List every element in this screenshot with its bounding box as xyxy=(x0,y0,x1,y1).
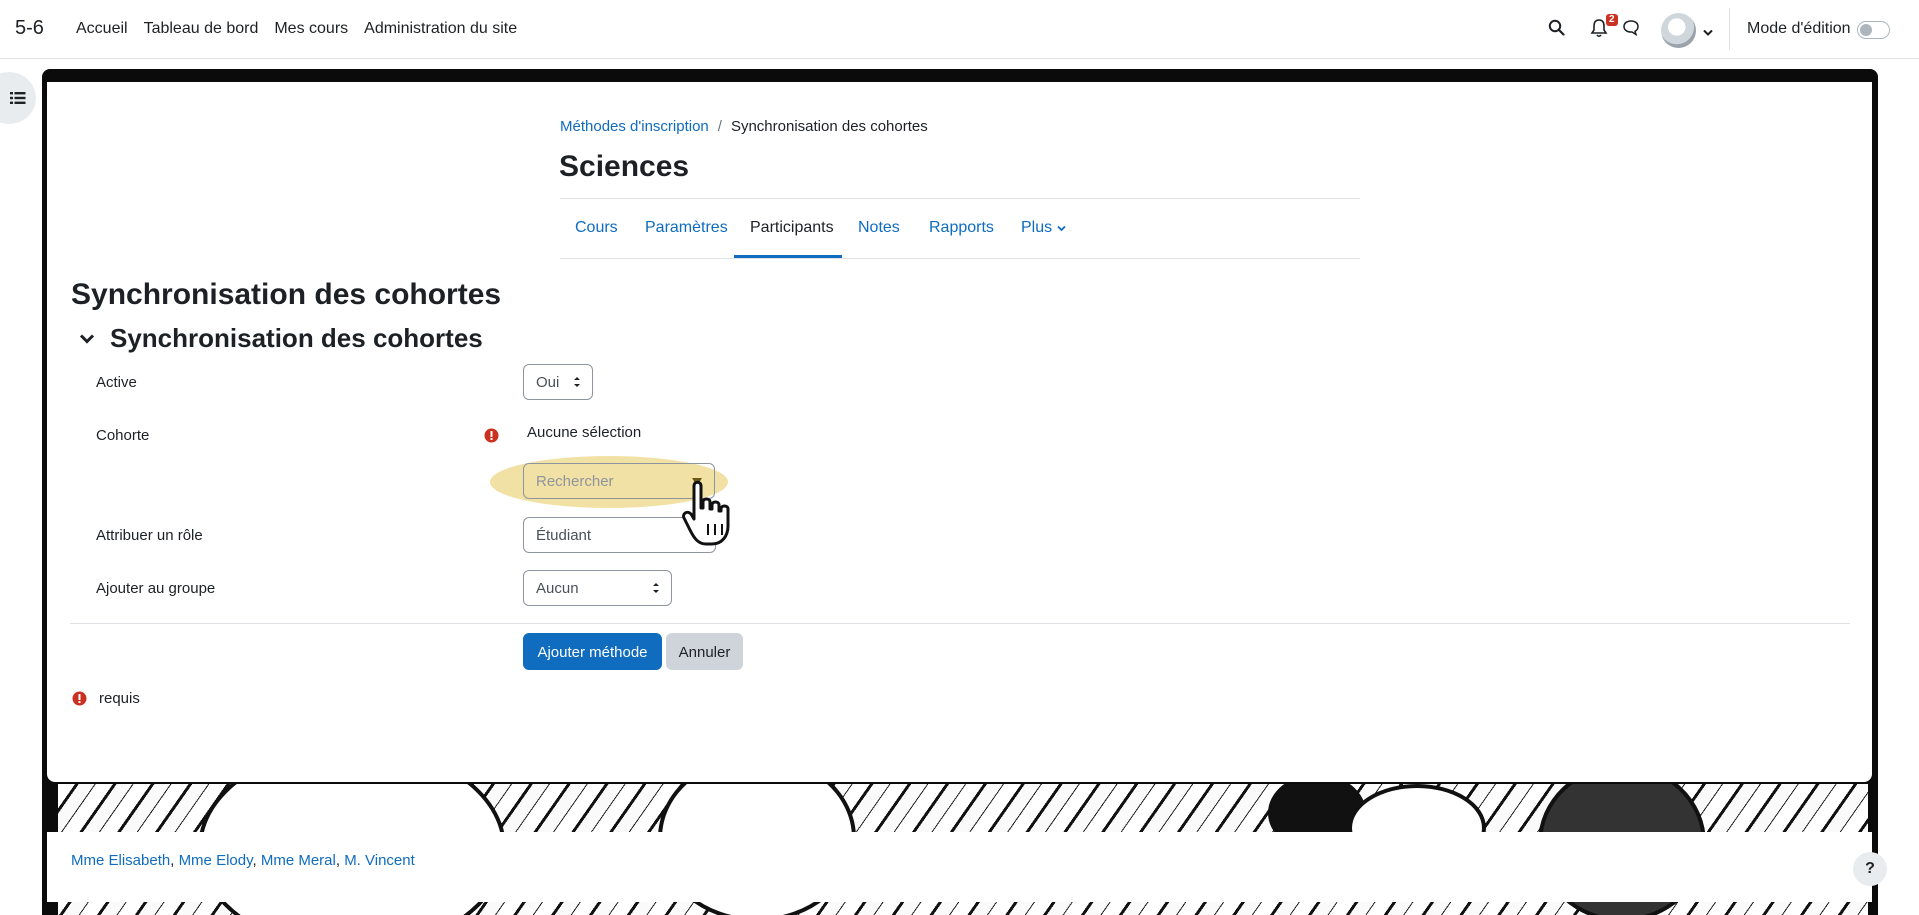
chevron-down-icon xyxy=(1056,225,1066,232)
course-index-drawer-button[interactable] xyxy=(0,72,36,124)
breadcrumb: Méthodes d'inscription / Synchronisation… xyxy=(560,118,928,135)
notification-count-badge: 2 xyxy=(1606,14,1618,26)
course-secondary-navigation: Cours Paramètres Participants Notes Rapp… xyxy=(560,198,1360,259)
section-collapse-chevron-icon[interactable] xyxy=(79,332,95,350)
list-icon xyxy=(10,92,26,104)
tab-cours[interactable]: Cours xyxy=(575,219,618,237)
user-menu-chevron-down-icon[interactable] xyxy=(1703,24,1713,42)
teacher-link[interactable]: Mme Elody xyxy=(179,852,253,869)
site-brand[interactable]: 5-6 xyxy=(15,17,44,40)
primary-navigation: Accueil Tableau de bord Mes cours Admini… xyxy=(76,20,517,38)
active-select[interactable]: Oui xyxy=(523,364,593,400)
role-select-value: Étudiant xyxy=(536,527,592,544)
search-icon[interactable] xyxy=(1548,19,1565,41)
tab-participants[interactable]: Participants xyxy=(750,219,834,237)
tab-parametres[interactable]: Paramètres xyxy=(645,219,728,237)
messages-chat-icon[interactable] xyxy=(1622,19,1640,41)
active-label: Active xyxy=(96,374,137,391)
tab-plus-label: Plus xyxy=(1021,219,1053,236)
add-method-button[interactable]: Ajouter méthode xyxy=(523,633,662,670)
edit-mode-label: Mode d'édition xyxy=(1747,20,1851,37)
nav-link-site-admin[interactable]: Administration du site xyxy=(364,20,517,38)
breadcrumb-current: Synchronisation des cohortes xyxy=(730,118,928,135)
group-label: Ajouter au groupe xyxy=(96,580,216,597)
teacher-link[interactable]: Mme Elisabeth xyxy=(71,852,170,869)
required-legend-icon xyxy=(72,691,87,711)
select-arrows-icon xyxy=(653,583,659,593)
teacher-link[interactable]: M. Vincent xyxy=(344,852,415,869)
user-avatar[interactable] xyxy=(1661,13,1696,48)
breadcrumb-separator: / xyxy=(717,118,722,135)
tab-notes[interactable]: Notes xyxy=(858,219,900,237)
tab-rapports[interactable]: Rapports xyxy=(929,219,994,237)
page-heading: Synchronisation des cohortes xyxy=(71,278,502,311)
hand-pointer-cursor-icon xyxy=(680,478,736,553)
teacher-link[interactable]: Mme Meral xyxy=(261,852,336,869)
group-select-value: Aucun xyxy=(536,580,579,597)
help-button[interactable]: ? xyxy=(1853,852,1887,886)
required-legend-text: requis xyxy=(99,690,140,707)
cancel-button[interactable]: Annuler xyxy=(666,633,743,670)
required-icon xyxy=(484,428,499,448)
tab-plus[interactable]: Plus xyxy=(1021,219,1066,237)
nav-link-my-courses[interactable]: Mes cours xyxy=(274,20,348,38)
section-heading[interactable]: Synchronisation des cohortes xyxy=(110,323,483,354)
nav-link-home[interactable]: Accueil xyxy=(76,20,128,38)
cohort-no-selection: Aucune sélection xyxy=(527,424,642,441)
nav-link-dashboard[interactable]: Tableau de bord xyxy=(144,20,259,38)
breadcrumb-link-enrolment-methods[interactable]: Méthodes d'inscription xyxy=(560,118,709,135)
active-select-value: Oui xyxy=(536,374,560,391)
cohort-search-placeholder: Rechercher xyxy=(536,473,614,490)
group-select[interactable]: Aucun xyxy=(523,570,672,606)
select-arrows-icon xyxy=(574,377,580,387)
main-content-card xyxy=(47,82,1872,782)
edit-mode-toggle[interactable] xyxy=(1857,21,1890,39)
navbar-divider xyxy=(1729,8,1730,50)
active-tab-indicator xyxy=(734,255,842,258)
cohort-label: Cohorte xyxy=(96,427,150,444)
course-teachers-list: Mme Elisabeth, Mme Elody, Mme Meral, M. … xyxy=(71,852,415,869)
top-navbar: 5-6 Accueil Tableau de bord Mes cours Ad… xyxy=(0,0,1919,59)
course-title: Sciences xyxy=(559,150,690,183)
form-divider xyxy=(70,623,1850,624)
role-label: Attribuer un rôle xyxy=(96,527,203,544)
